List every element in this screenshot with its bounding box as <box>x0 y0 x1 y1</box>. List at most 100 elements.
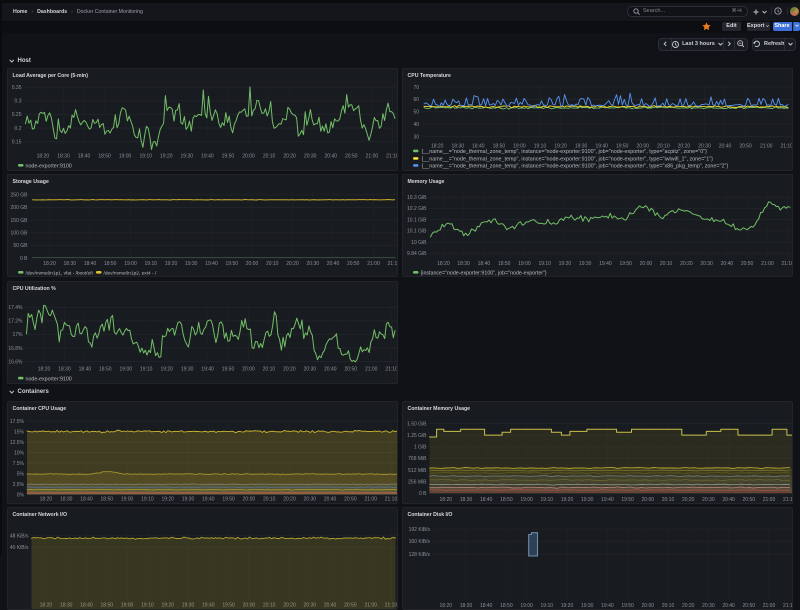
svg-text:17.2%: 17.2% <box>8 318 23 324</box>
svg-text:20:00: 20:00 <box>242 497 255 503</box>
svg-text:20:30: 20:30 <box>303 366 316 372</box>
svg-text:20:20: 20:20 <box>682 603 695 609</box>
svg-text:20:00: 20:00 <box>245 261 258 267</box>
svg-text:10.1 GiB: 10.1 GiB <box>407 217 427 223</box>
svg-text:20:20: 20:20 <box>283 497 296 503</box>
svg-text:20:50: 20:50 <box>344 497 357 503</box>
svg-text:15%: 15% <box>13 429 24 435</box>
svg-text:19:40: 19:40 <box>201 366 214 372</box>
svg-text:0%: 0% <box>16 492 24 498</box>
svg-text:18:40: 18:40 <box>77 154 90 160</box>
svg-text:19:30: 19:30 <box>581 603 594 609</box>
svg-text:18:50: 18:50 <box>103 261 116 267</box>
svg-text:21:00: 21:00 <box>760 144 773 150</box>
svg-text:Load Average per Core (5-min): Load Average per Core (5-min) <box>12 73 88 79</box>
svg-text:150 GB: 150 GB <box>10 218 28 224</box>
svg-text:19:10: 19:10 <box>538 261 551 267</box>
svg-text:18:20: 18:20 <box>440 603 453 609</box>
svg-text:18:30: 18:30 <box>63 261 76 267</box>
svg-text:10 GiB: 10 GiB <box>411 240 427 246</box>
svg-text:60: 60 <box>413 97 419 103</box>
svg-text:50: 50 <box>413 110 419 116</box>
svg-text:19:20: 19:20 <box>160 366 173 372</box>
svg-text:/dev/nvme0n1p2, ext4 - /: /dev/nvme0n1p2, ext4 - / <box>103 271 156 277</box>
svg-text:19:20: 19:20 <box>164 261 177 267</box>
svg-text:19:40: 19:40 <box>601 603 614 609</box>
svg-text:18:50: 18:50 <box>98 154 111 160</box>
svg-text:19:40: 19:40 <box>205 261 218 267</box>
svg-text:10%: 10% <box>13 450 24 456</box>
svg-text:19:10: 19:10 <box>144 261 157 267</box>
svg-text:16.6%: 16.6% <box>8 359 23 365</box>
svg-text:19:10: 19:10 <box>541 603 554 609</box>
svg-text:200 GB: 200 GB <box>10 205 28 211</box>
svg-text:19:50: 19:50 <box>222 497 235 503</box>
svg-text:21:00: 21:00 <box>763 497 776 503</box>
svg-text:48 KiB/s: 48 KiB/s <box>9 534 28 540</box>
svg-text:18:40: 18:40 <box>480 603 493 609</box>
svg-text:20:00: 20:00 <box>640 261 653 267</box>
svg-text:19:00: 19:00 <box>118 154 131 160</box>
svg-text:160 KiB/s: 160 KiB/s <box>409 539 431 545</box>
svg-text:Container Disk I/O: Container Disk I/O <box>408 512 453 518</box>
svg-text:21:10: 21:10 <box>385 366 398 372</box>
svg-text:18:20: 18:20 <box>39 497 52 503</box>
svg-text:40: 40 <box>413 122 419 128</box>
svg-text:250 GB: 250 GB <box>10 193 28 199</box>
svg-text:20:20: 20:20 <box>286 261 299 267</box>
svg-text:10.2 GiB: 10.2 GiB <box>407 206 427 212</box>
svg-text:20:20: 20:20 <box>682 497 695 503</box>
svg-text:20:10: 20:10 <box>662 497 675 503</box>
svg-text:21:10: 21:10 <box>781 261 793 267</box>
svg-text:7.5%: 7.5% <box>12 461 24 467</box>
svg-text:19:30: 19:30 <box>180 366 193 372</box>
svg-text:70: 70 <box>413 85 419 91</box>
svg-text:18:30: 18:30 <box>460 603 473 609</box>
svg-text:19:30: 19:30 <box>581 497 594 503</box>
svg-text:512 MiB: 512 MiB <box>408 468 427 474</box>
svg-text:19:50: 19:50 <box>619 261 632 267</box>
svg-text:5%: 5% <box>16 471 24 477</box>
svg-text:19:50: 19:50 <box>621 497 634 503</box>
svg-text:19:50: 19:50 <box>225 261 238 267</box>
svg-text:20:50: 20:50 <box>741 261 754 267</box>
svg-text:19:30: 19:30 <box>184 261 197 267</box>
svg-text:20:10: 20:10 <box>262 366 275 372</box>
svg-text:18:40: 18:40 <box>480 497 493 503</box>
svg-text:21:10: 21:10 <box>783 603 793 609</box>
svg-text:1 GiB: 1 GiB <box>414 445 427 451</box>
svg-text:18:20: 18:20 <box>440 497 453 503</box>
svg-text:20:10: 20:10 <box>262 497 275 503</box>
svg-text:0.35: 0.35 <box>11 85 21 91</box>
svg-text:20:00: 20:00 <box>642 497 655 503</box>
svg-text:20:10: 20:10 <box>265 261 278 267</box>
svg-text:18:20: 18:20 <box>36 154 49 160</box>
svg-text:19:20: 19:20 <box>559 261 572 267</box>
svg-text:12.5%: 12.5% <box>9 440 24 446</box>
svg-text:128 KiB/s: 128 KiB/s <box>409 552 431 558</box>
svg-text:18:20: 18:20 <box>43 261 56 267</box>
svg-text:18:40: 18:40 <box>83 261 96 267</box>
svg-text:20:30: 20:30 <box>702 603 715 609</box>
svg-text:20:40: 20:40 <box>324 154 337 160</box>
svg-text:20:40: 20:40 <box>323 497 336 503</box>
svg-text:20:40: 20:40 <box>722 497 735 503</box>
svg-text:21:10: 21:10 <box>386 154 398 160</box>
svg-text:18:50: 18:50 <box>99 366 112 372</box>
svg-text:19:10: 19:10 <box>139 154 152 160</box>
svg-text:{__name__="node_thermal_zone_t: {__name__="node_thermal_zone_temp", inst… <box>422 156 714 162</box>
svg-text:192 KiB/s: 192 KiB/s <box>409 527 431 533</box>
svg-text:18:50: 18:50 <box>100 497 113 503</box>
svg-text:18:40: 18:40 <box>478 261 491 267</box>
svg-text:18:40: 18:40 <box>78 366 91 372</box>
svg-text:20:10: 20:10 <box>262 154 275 160</box>
svg-text:18:20: 18:20 <box>437 261 450 267</box>
svg-text:21:10: 21:10 <box>384 497 397 503</box>
svg-text:20:30: 20:30 <box>306 261 319 267</box>
svg-text:19:00: 19:00 <box>119 366 132 372</box>
svg-text:{instance="node-exporter:9100": {instance="node-exporter:9100", job="nod… <box>421 271 547 277</box>
svg-text:17%: 17% <box>12 332 23 338</box>
svg-text:21:00: 21:00 <box>364 366 377 372</box>
svg-text:20:00: 20:00 <box>242 154 255 160</box>
svg-text:21:00: 21:00 <box>365 154 378 160</box>
